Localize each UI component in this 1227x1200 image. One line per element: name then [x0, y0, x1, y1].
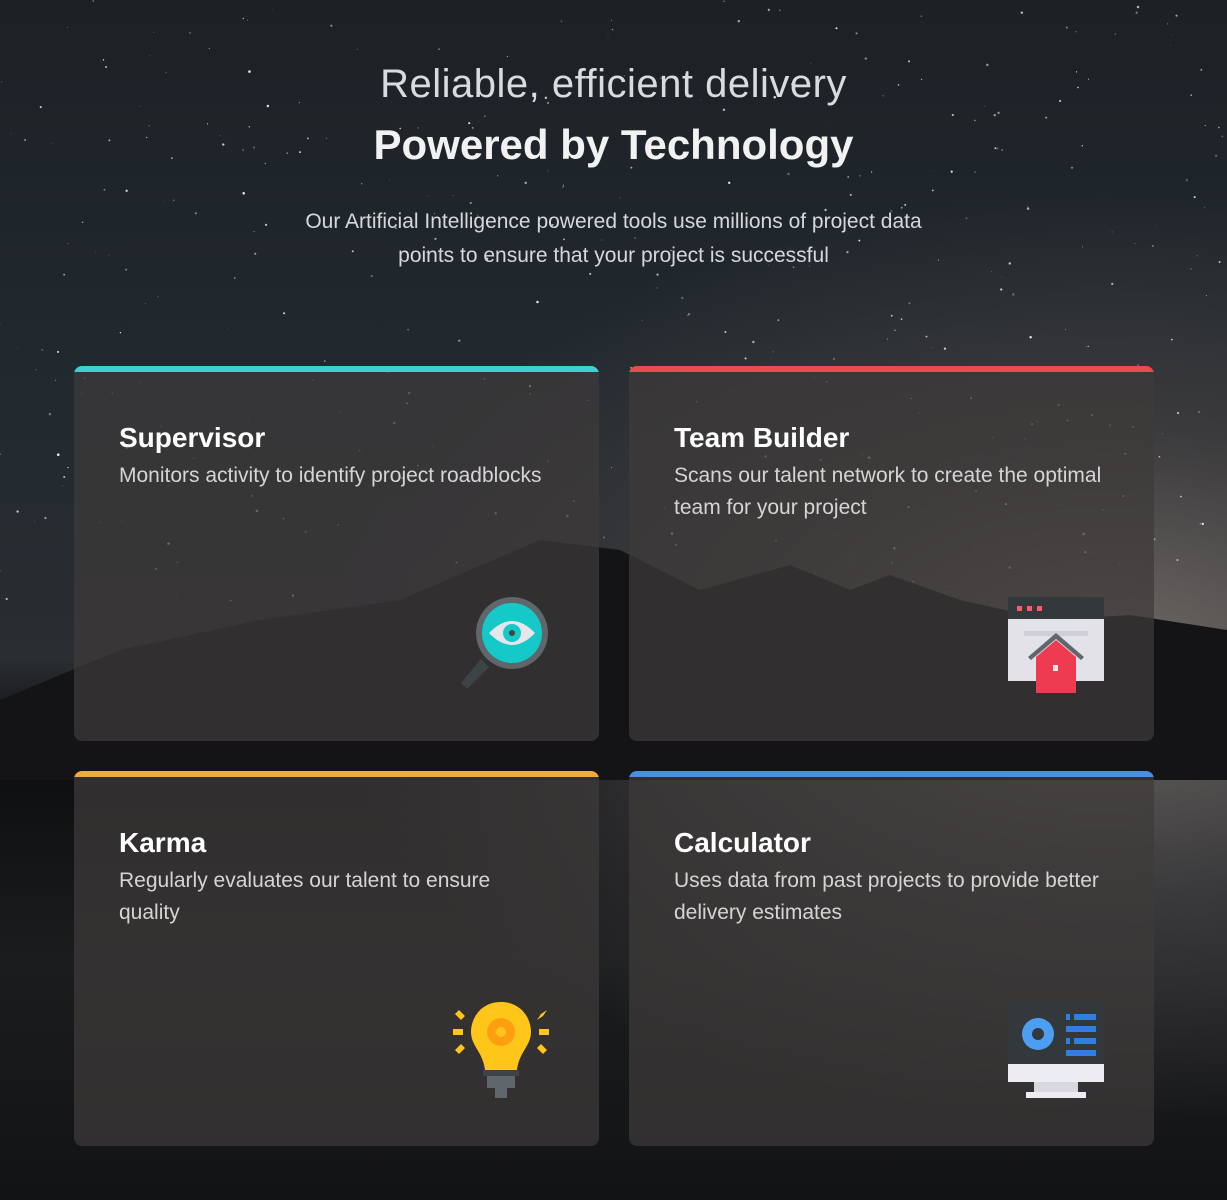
- card-team-builder[interactable]: Team Builder Scans our talent network to…: [629, 366, 1154, 741]
- magnifier-eye-icon: [461, 597, 548, 689]
- card-description: Regularly evaluates our talent to ensure…: [119, 869, 491, 924]
- card-karma[interactable]: Karma Regularly evaluates our talent to …: [74, 771, 599, 1146]
- card-description: Scans our talent network to create the o…: [674, 464, 1102, 519]
- card-accent-bar: [629, 771, 1154, 777]
- card-accent-bar: [74, 771, 599, 777]
- header: Reliable, efficient delivery Powered by …: [0, 62, 1227, 273]
- card-description: Monitors activity to identify project ro…: [119, 464, 542, 487]
- monitor-chart-icon: [1008, 1002, 1104, 1098]
- card-title: Karma: [119, 827, 207, 858]
- header-description: Our Artificial Intelligence powered tool…: [305, 210, 922, 267]
- card-title: Calculator: [674, 827, 811, 858]
- card-title: Supervisor: [119, 422, 266, 453]
- browser-home-icon: [1008, 597, 1104, 693]
- lightbulb-gear-icon: [453, 1002, 549, 1098]
- card-supervisor[interactable]: Supervisor Monitors activity to identify…: [74, 366, 599, 741]
- card-accent-bar: [629, 366, 1154, 372]
- card-accent-bar: [74, 366, 599, 372]
- header-title: Powered by Technology: [373, 121, 854, 168]
- card-description: Uses data from past projects to provide …: [674, 869, 1099, 924]
- card-title: Team Builder: [674, 422, 850, 453]
- header-subtitle: Reliable, efficient delivery: [380, 62, 847, 106]
- card-calculator[interactable]: Calculator Uses data from past projects …: [629, 771, 1154, 1146]
